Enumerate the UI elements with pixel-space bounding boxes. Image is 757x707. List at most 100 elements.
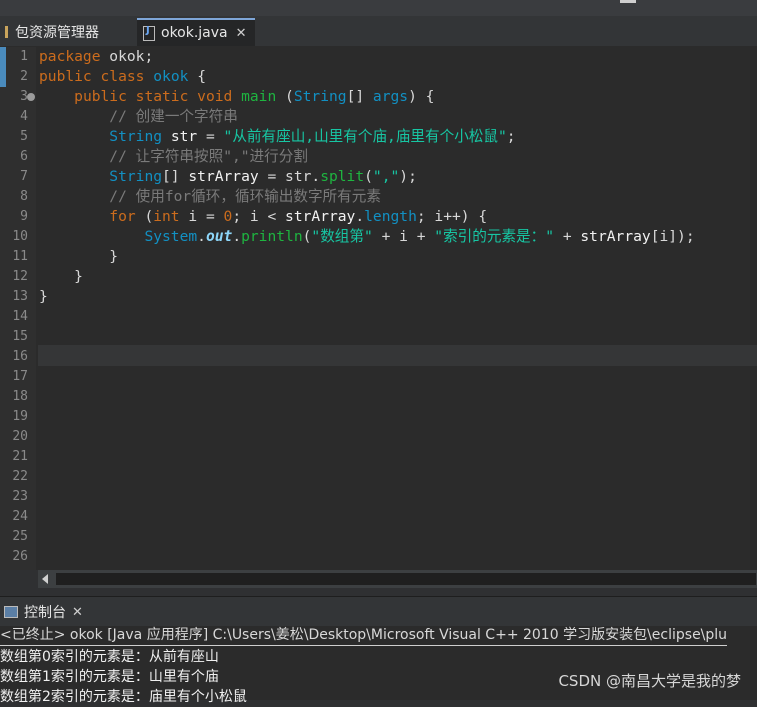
code-token: [i]); [650, 228, 695, 245]
line-number: 7 [20, 169, 28, 184]
code-token: ; i++) { [416, 208, 488, 225]
line-number: 12 [12, 269, 28, 284]
code-line-12: } [39, 267, 83, 287]
code-comment: // 使用for循环，循环输出数字所有元素 [109, 188, 381, 205]
line-number: 21 [12, 449, 28, 464]
close-tab-icon[interactable]: ✕ [72, 605, 83, 620]
code-line-2: public class okok { [39, 67, 206, 87]
code-token: } [39, 288, 48, 305]
line-number: 4 [20, 109, 28, 124]
horizontal-scrollbar[interactable] [38, 570, 757, 588]
line-number: 6 [20, 149, 28, 164]
tab-okok-java-label: okok.java [161, 25, 228, 41]
tab-console-label: 控制台 [24, 605, 66, 621]
line-number: 23 [12, 489, 28, 504]
code-token: package [39, 48, 101, 65]
code-token: . [355, 208, 365, 225]
code-token: . [232, 228, 242, 245]
code-token: public [39, 68, 92, 85]
console-line: 数组第0索引的元素是：从前有座山 [0, 649, 219, 665]
line-number: 10 [12, 229, 28, 244]
code-token: main [241, 88, 277, 105]
code-token: System [144, 228, 198, 245]
editor-tab-bar: 包资源管理器 okok.java ✕ [0, 16, 757, 47]
tab-okok-java[interactable]: okok.java ✕ [137, 18, 255, 46]
current-line-highlight [38, 345, 757, 366]
code-token: okok [153, 68, 189, 85]
line-number: 19 [12, 409, 28, 424]
line-number: 17 [12, 369, 28, 384]
code-line-5: String str = "从前有座山,山里有个庙,庙里有个小松鼠"; [39, 127, 516, 147]
code-token: for [109, 208, 136, 225]
code-token: + [554, 228, 581, 245]
line-number: 3 [20, 89, 28, 104]
tab-console[interactable]: 控制台 ✕ [0, 600, 83, 624]
code-token: + i + [372, 228, 435, 245]
window-top-strip [0, 0, 757, 16]
code-token: ( [135, 208, 154, 225]
line-number: 9 [20, 209, 28, 224]
code-token: { [188, 68, 206, 85]
code-token: String [109, 128, 163, 145]
code-line-11: } [39, 247, 118, 267]
line-number: 14 [12, 309, 28, 324]
code-token: ; i < [232, 208, 286, 225]
code-token: str [170, 128, 198, 145]
line-number: 8 [20, 189, 28, 204]
line-number: 1 [20, 49, 28, 64]
java-file-icon [143, 25, 155, 41]
code-token: okok; [100, 48, 154, 65]
code-text-area[interactable]: package okok; public class okok { public… [38, 47, 757, 570]
line-number: 20 [12, 429, 28, 444]
code-token: split [320, 168, 365, 185]
code-string: "从前有座山,山里有个庙,庙里有个小松鼠" [223, 128, 507, 145]
line-number: 16 [12, 349, 28, 364]
code-token: ); [399, 168, 417, 185]
line-number: 22 [12, 469, 28, 484]
code-token: args [372, 88, 409, 105]
line-number: 24 [12, 509, 28, 524]
tab-package-explorer-label: 包资源管理器 [15, 25, 99, 41]
code-token: println [241, 228, 303, 245]
code-token: ( [364, 168, 373, 185]
code-token: int [153, 208, 180, 225]
code-line-10: System.out.println("数组第" + i + "索引的元素是："… [39, 227, 695, 247]
code-token: } [74, 268, 83, 285]
code-comment: // 创建一个字符串 [109, 108, 238, 125]
code-line-6: // 让字符串按照","进行分割 [39, 147, 308, 167]
console-header: <已终止> okok [Java 应用程序] C:\Users\姜松\Deskt… [0, 626, 728, 646]
code-token: i = [179, 208, 224, 225]
fold-collapse-icon[interactable] [27, 93, 35, 101]
line-number: 15 [12, 329, 28, 344]
close-tab-icon[interactable]: ✕ [236, 26, 247, 41]
code-token: out [205, 228, 233, 245]
code-line-3: public static void main (String[] args) … [74, 88, 435, 105]
console-tab-bar: 控制台 ✕ [0, 596, 757, 627]
line-number: 5 [20, 129, 28, 144]
line-number-gutter: 1 2 3 4 5 6 7 8 9 10 11 12 13 14 15 16 1… [0, 47, 36, 570]
code-token: ) { [408, 88, 435, 105]
code-token: ; [506, 128, 516, 145]
code-token: [] [162, 168, 189, 185]
code-line-13: } [39, 287, 48, 307]
tab-package-explorer[interactable]: 包资源管理器 [0, 18, 132, 46]
code-editor[interactable]: 1 2 3 4 5 6 7 8 9 10 11 12 13 14 15 16 1… [0, 47, 757, 570]
code-token: . [197, 228, 206, 245]
code-comment: // 让字符串按照","进行分割 [109, 148, 308, 165]
code-token: String [109, 168, 163, 185]
line-number: 25 [12, 529, 28, 544]
code-string: "索引的元素是：" [434, 228, 555, 245]
code-token: = str. [258, 168, 321, 185]
csdn-watermark: CSDN @南昌大学是我的梦 [558, 672, 741, 690]
line-number: 26 [12, 549, 28, 564]
code-string: "," [372, 168, 400, 185]
code-line-9: for (int i = 0; i < strArray.length; i++… [39, 207, 487, 227]
scroll-left-arrow-icon[interactable] [42, 574, 48, 584]
code-line-8: // 使用for循环，循环输出数字所有元素 [39, 187, 381, 207]
console-icon [4, 606, 18, 618]
code-token: class [100, 68, 145, 85]
scrollbar-thumb[interactable] [56, 573, 756, 585]
code-token: public static void [74, 88, 233, 105]
line-number: 2 [20, 69, 28, 84]
code-token: strArray [580, 228, 651, 245]
